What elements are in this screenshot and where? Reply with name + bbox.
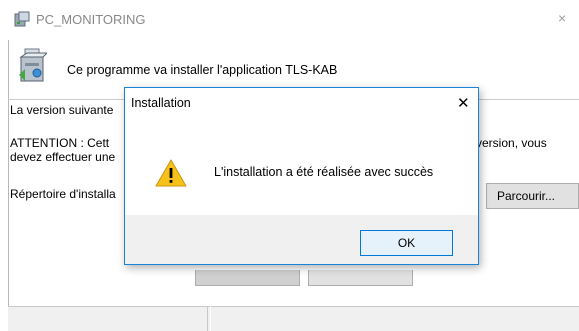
dialog-close-icon[interactable]: ✕	[457, 94, 470, 112]
status-bar	[8, 306, 579, 331]
warning-line-1: ATTENTION : Cett	[10, 136, 110, 150]
install-button[interactable]	[195, 270, 300, 286]
installer-package-icon	[19, 48, 47, 82]
installer-app-icon	[14, 11, 30, 27]
ok-button[interactable]: OK	[360, 230, 453, 256]
warning-line-2: devez effectuer une	[10, 150, 116, 164]
cancel-button[interactable]	[308, 270, 413, 286]
dialog-title: Installation	[131, 96, 191, 110]
main-close-icon[interactable]: ×	[558, 10, 566, 26]
browse-button[interactable]: Parcourir...	[486, 183, 579, 209]
warning-icon	[155, 159, 187, 187]
version-text: La version suivante	[10, 103, 114, 117]
warning-text: ATTENTION : Cett devez effectuer une	[10, 136, 115, 164]
status-bar-separator	[207, 306, 211, 331]
installation-dialog: Installation ✕ L'installation a été réal…	[124, 87, 479, 265]
install-message: Ce programme va installer l'application …	[67, 63, 338, 77]
window-title: PC_MONITORING	[36, 12, 146, 27]
dialog-message: L'installation a été réalisée avec succè…	[214, 165, 434, 179]
directory-label: Répertoire d'installa	[10, 187, 116, 201]
window-left-border	[8, 40, 9, 331]
